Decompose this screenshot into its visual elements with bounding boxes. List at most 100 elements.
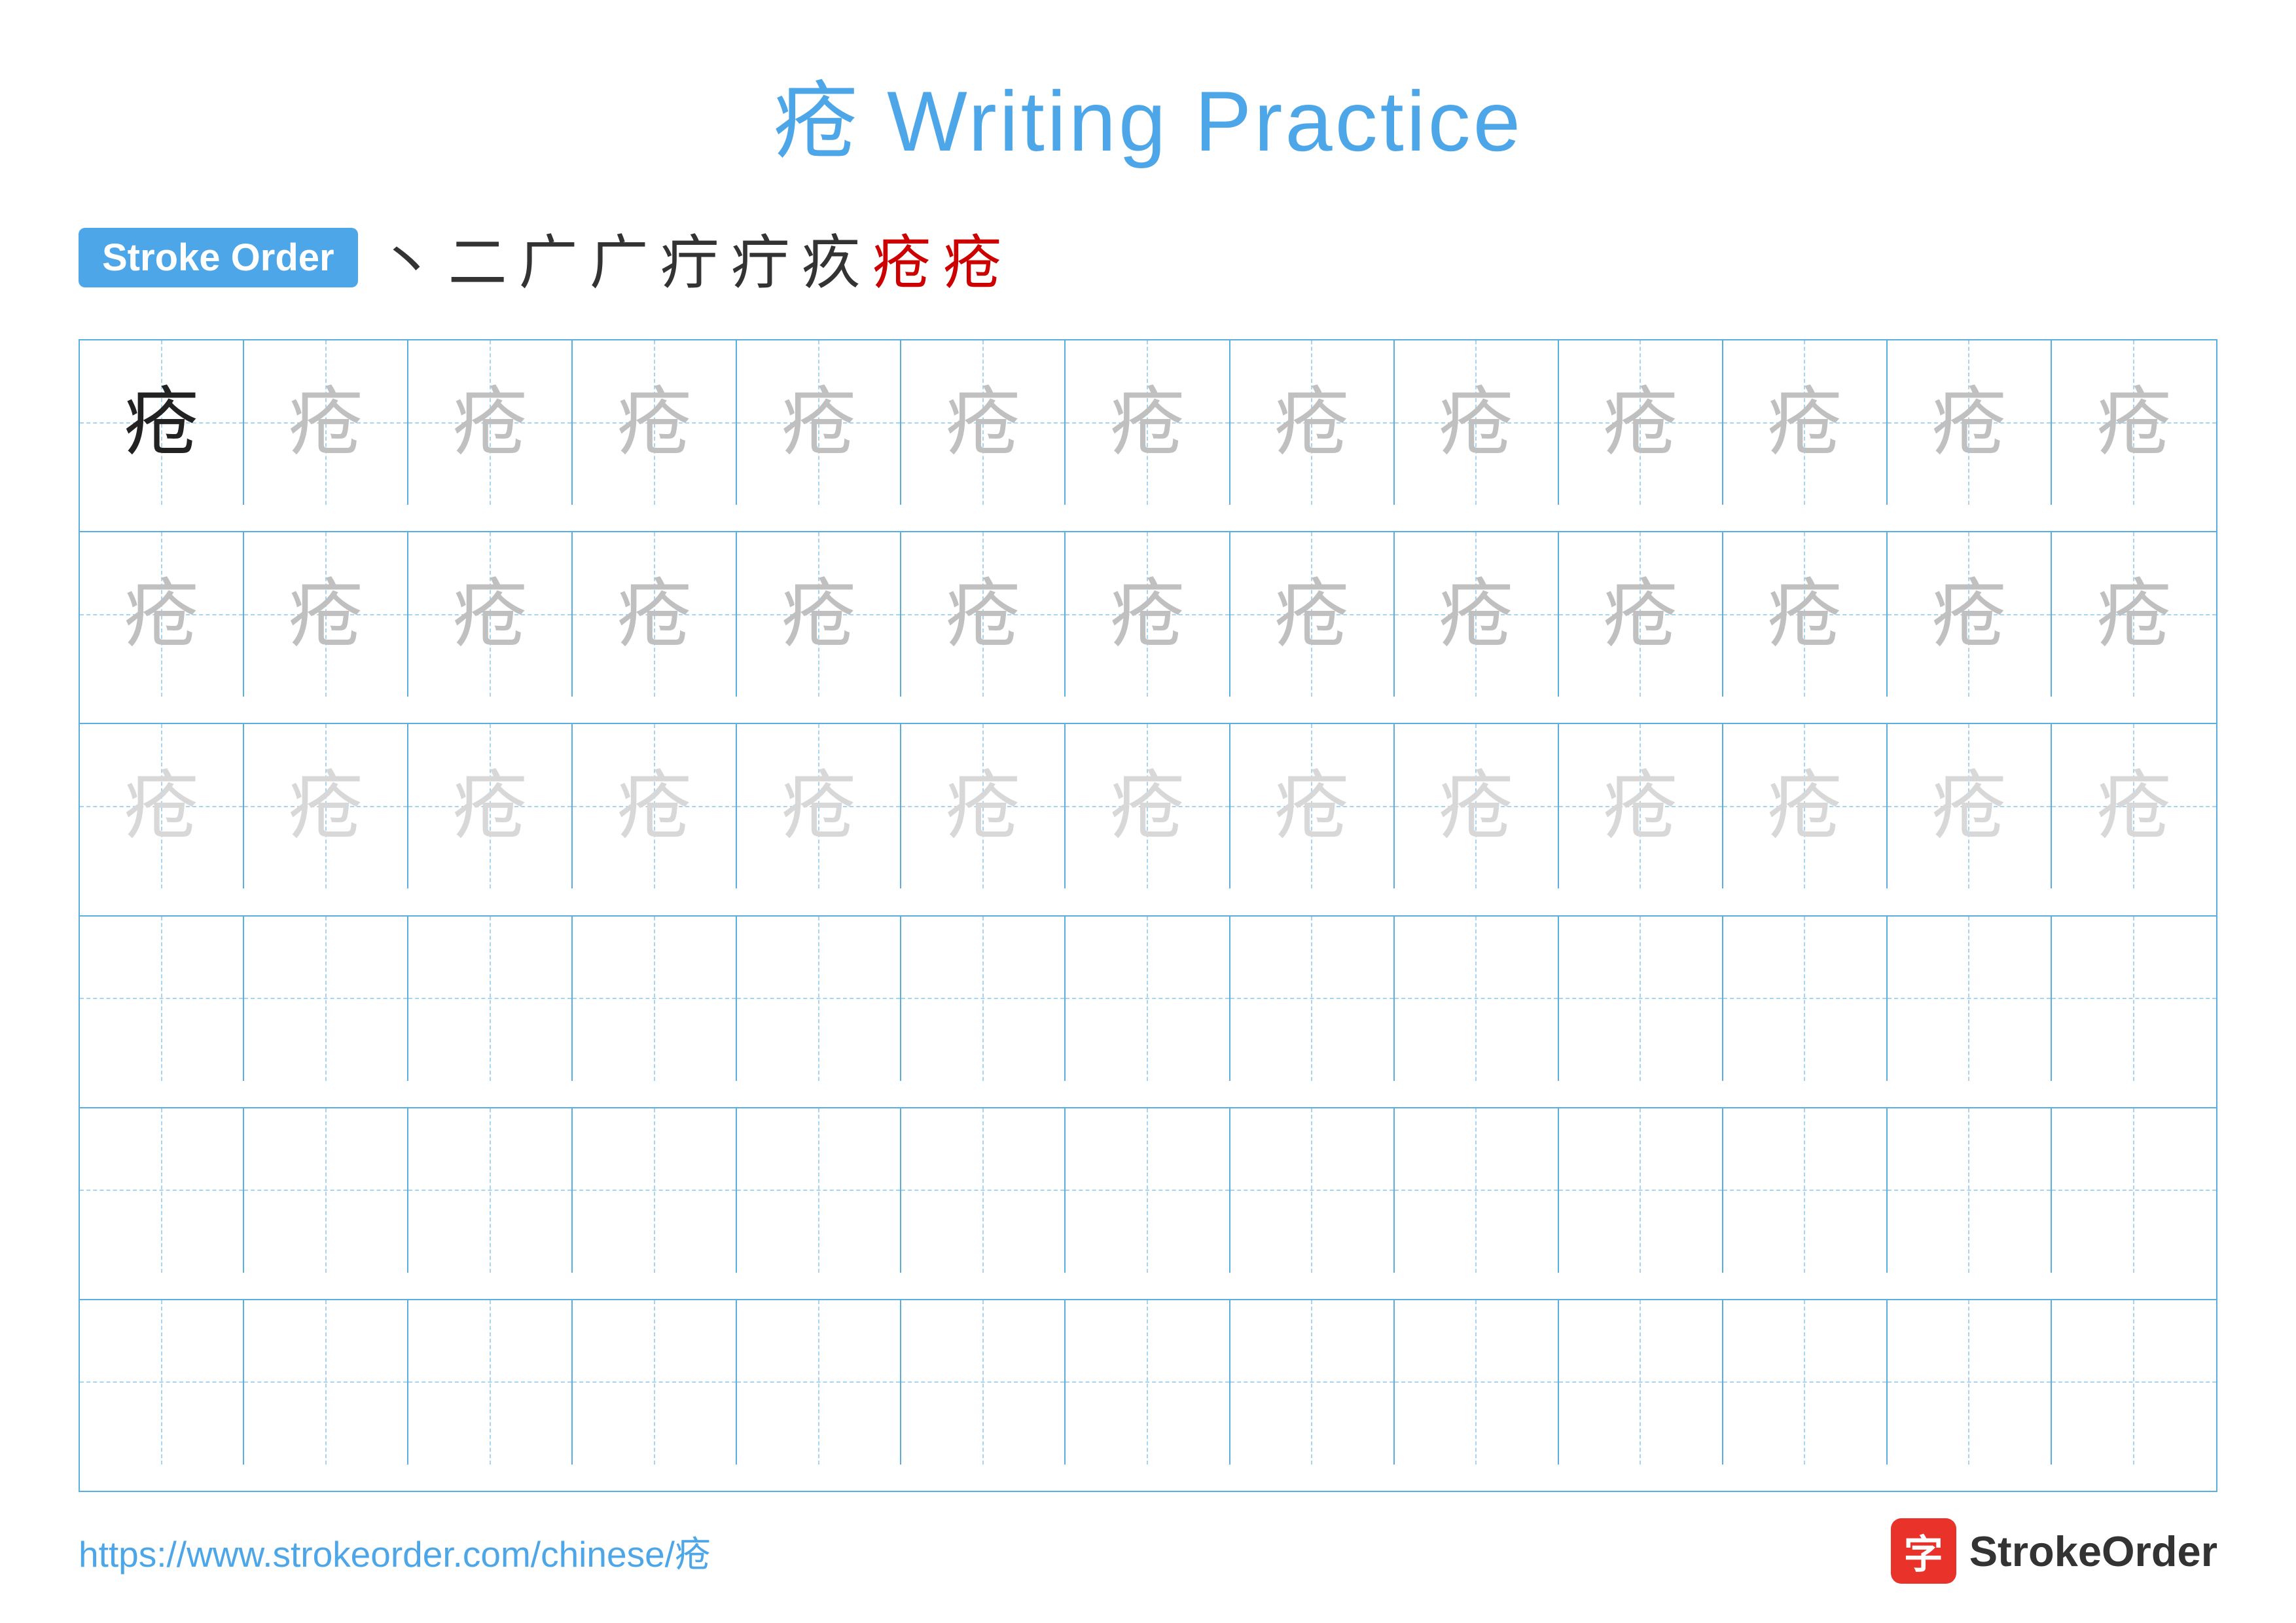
cell-3-8[interactable]: 疮: [1230, 724, 1395, 888]
cell-5-12[interactable]: [1888, 1108, 2052, 1273]
cell-2-3[interactable]: 疮: [408, 532, 573, 697]
grid-row-5: [80, 1108, 2216, 1300]
cell-3-1[interactable]: 疮: [80, 724, 244, 888]
cell-6-6[interactable]: [901, 1300, 1066, 1465]
stroke-1: 丶: [378, 215, 437, 300]
cell-1-8[interactable]: 疮: [1230, 340, 1395, 505]
cell-1-12[interactable]: 疮: [1888, 340, 2052, 505]
cell-5-5[interactable]: [737, 1108, 901, 1273]
practice-grid: 疮 疮 疮 疮 疮 疮 疮 疮 疮 疮 疮 疮 疮 疮 疮 疮 疮 疮: [79, 339, 2217, 1492]
cell-1-1[interactable]: 疮: [80, 340, 244, 505]
logo-name: StrokeOrder: [1969, 1527, 2217, 1576]
cell-5-8[interactable]: [1230, 1108, 1395, 1273]
grid-row-1: 疮 疮 疮 疮 疮 疮 疮 疮 疮 疮 疮 疮 疮: [80, 340, 2216, 532]
cell-5-3[interactable]: [408, 1108, 573, 1273]
practice-grid-wrapper: 疮 疮 疮 疮 疮 疮 疮 疮 疮 疮 疮 疮 疮 疮 疮 疮 疮 疮: [79, 339, 2217, 1492]
cell-2-6[interactable]: 疮: [901, 532, 1066, 697]
cell-6-13[interactable]: [2052, 1300, 2216, 1465]
cell-6-7[interactable]: [1066, 1300, 1230, 1465]
cell-3-3[interactable]: 疮: [408, 724, 573, 888]
cell-5-10[interactable]: [1559, 1108, 1723, 1273]
cell-2-8[interactable]: 疮: [1230, 532, 1395, 697]
footer-logo: 字 StrokeOrder: [1891, 1518, 2217, 1584]
cell-3-7[interactable]: 疮: [1066, 724, 1230, 888]
cell-5-2[interactable]: [244, 1108, 408, 1273]
stroke-9: 疮: [943, 215, 1002, 300]
cell-2-12[interactable]: 疮: [1888, 532, 2052, 697]
cell-4-8[interactable]: [1230, 917, 1395, 1081]
cell-3-4[interactable]: 疮: [573, 724, 737, 888]
logo-icon: 字: [1891, 1518, 1956, 1584]
stroke-5: 疔: [660, 215, 719, 300]
cell-2-7[interactable]: 疮: [1066, 532, 1230, 697]
cell-4-1[interactable]: [80, 917, 244, 1081]
cell-2-13[interactable]: 疮: [2052, 532, 2216, 697]
cell-6-10[interactable]: [1559, 1300, 1723, 1465]
cell-2-10[interactable]: 疮: [1559, 532, 1723, 697]
stroke-order-badge: Stroke Order: [79, 228, 358, 287]
cell-6-8[interactable]: [1230, 1300, 1395, 1465]
cell-4-7[interactable]: [1066, 917, 1230, 1081]
cell-5-9[interactable]: [1395, 1108, 1559, 1273]
cell-5-7[interactable]: [1066, 1108, 1230, 1273]
cell-5-13[interactable]: [2052, 1108, 2216, 1273]
cell-3-6[interactable]: 疮: [901, 724, 1066, 888]
grid-row-6: [80, 1300, 2216, 1491]
cell-6-3[interactable]: [408, 1300, 573, 1465]
cell-1-5[interactable]: 疮: [737, 340, 901, 505]
stroke-6: 疔: [731, 215, 790, 300]
cell-3-2[interactable]: 疮: [244, 724, 408, 888]
cell-1-7[interactable]: 疮: [1066, 340, 1230, 505]
grid-row-2: 疮 疮 疮 疮 疮 疮 疮 疮 疮 疮 疮 疮 疮: [80, 532, 2216, 724]
cell-5-11[interactable]: [1723, 1108, 1888, 1273]
cell-4-11[interactable]: [1723, 917, 1888, 1081]
cell-6-4[interactable]: [573, 1300, 737, 1465]
cell-2-11[interactable]: 疮: [1723, 532, 1888, 697]
cell-1-9[interactable]: 疮: [1395, 340, 1559, 505]
cell-2-1[interactable]: 疮: [80, 532, 244, 697]
cell-6-11[interactable]: [1723, 1300, 1888, 1465]
stroke-3: 广: [519, 215, 578, 300]
cell-4-10[interactable]: [1559, 917, 1723, 1081]
cell-2-5[interactable]: 疮: [737, 532, 901, 697]
cell-3-12[interactable]: 疮: [1888, 724, 2052, 888]
cell-6-12[interactable]: [1888, 1300, 2052, 1465]
cell-4-9[interactable]: [1395, 917, 1559, 1081]
cell-3-9[interactable]: 疮: [1395, 724, 1559, 888]
cell-6-1[interactable]: [80, 1300, 244, 1465]
cell-1-6[interactable]: 疮: [901, 340, 1066, 505]
cell-4-6[interactable]: [901, 917, 1066, 1081]
cell-5-4[interactable]: [573, 1108, 737, 1273]
cell-2-9[interactable]: 疮: [1395, 532, 1559, 697]
cell-6-2[interactable]: [244, 1300, 408, 1465]
cell-4-4[interactable]: [573, 917, 737, 1081]
grid-row-4: [80, 917, 2216, 1108]
cell-5-6[interactable]: [901, 1108, 1066, 1273]
page-title: 疮 Writing Practice: [773, 52, 1523, 175]
cell-4-5[interactable]: [737, 917, 901, 1081]
cell-2-4[interactable]: 疮: [573, 532, 737, 697]
cell-6-5[interactable]: [737, 1300, 901, 1465]
cell-5-1[interactable]: [80, 1108, 244, 1273]
cell-1-3[interactable]: 疮: [408, 340, 573, 505]
cell-6-9[interactable]: [1395, 1300, 1559, 1465]
stroke-order-row: Stroke Order 丶 二 广 广 疔 疔 疚 疮 疮: [79, 215, 2217, 300]
cell-2-2[interactable]: 疮: [244, 532, 408, 697]
cell-3-13[interactable]: 疮: [2052, 724, 2216, 888]
cell-4-13[interactable]: [2052, 917, 2216, 1081]
cell-4-12[interactable]: [1888, 917, 2052, 1081]
grid-row-3: 疮 疮 疮 疮 疮 疮 疮 疮 疮 疮 疮 疮 疮: [80, 724, 2216, 916]
footer-url[interactable]: https://www.strokeorder.com/chinese/疮: [79, 1525, 711, 1577]
cell-1-11[interactable]: 疮: [1723, 340, 1888, 505]
cell-1-4[interactable]: 疮: [573, 340, 737, 505]
cell-3-11[interactable]: 疮: [1723, 724, 1888, 888]
cell-1-2[interactable]: 疮: [244, 340, 408, 505]
cell-3-10[interactable]: 疮: [1559, 724, 1723, 888]
cell-4-2[interactable]: [244, 917, 408, 1081]
footer: https://www.strokeorder.com/chinese/疮 字 …: [79, 1492, 2217, 1584]
cell-4-3[interactable]: [408, 917, 573, 1081]
cell-1-13[interactable]: 疮: [2052, 340, 2216, 505]
cell-3-5[interactable]: 疮: [737, 724, 901, 888]
stroke-2: 二: [448, 215, 507, 300]
cell-1-10[interactable]: 疮: [1559, 340, 1723, 505]
